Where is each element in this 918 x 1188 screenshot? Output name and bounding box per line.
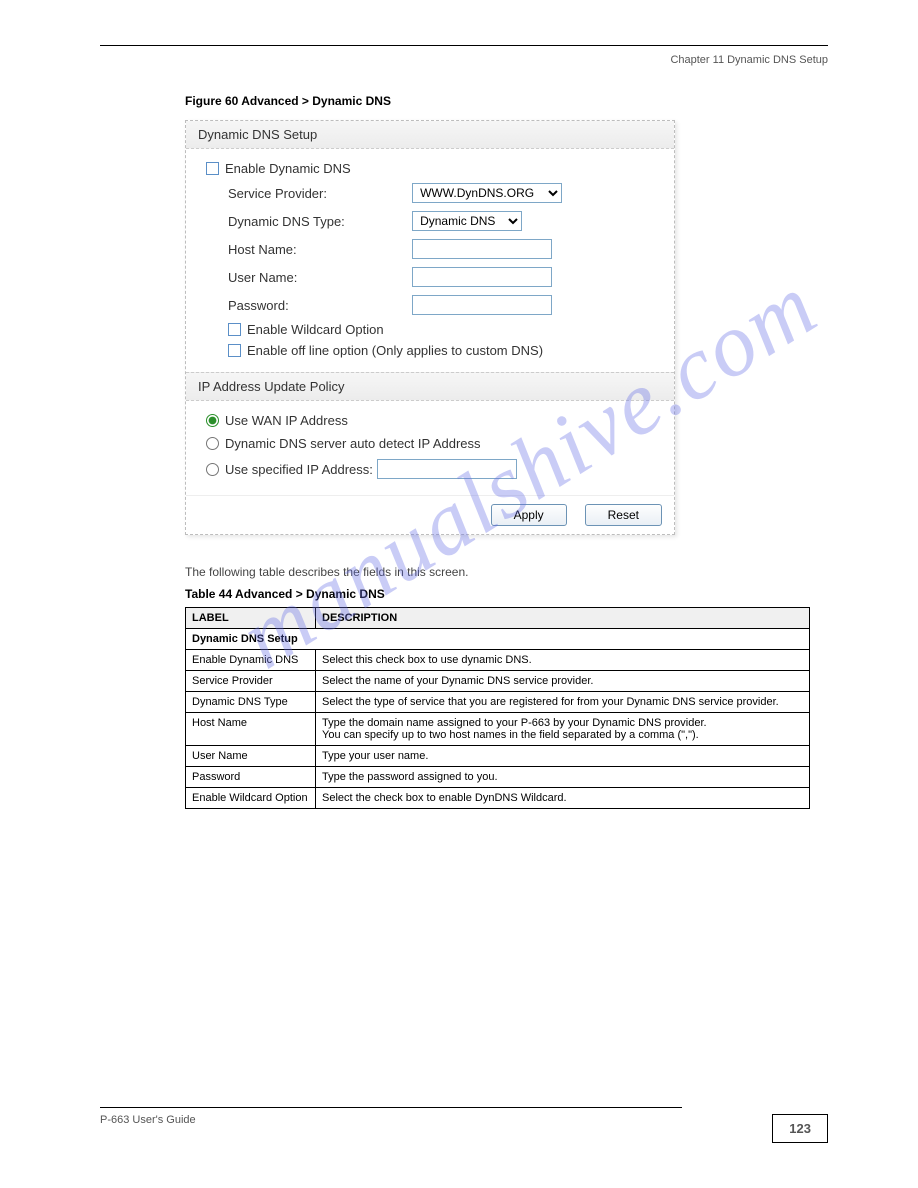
use-wan-ip-label: Use WAN IP Address: [225, 413, 348, 428]
table-row: Enable Dynamic DNSSelect this check box …: [186, 650, 810, 671]
dynamic-dns-panel: Dynamic DNS Setup Enable Dynamic DNS Ser…: [185, 120, 675, 535]
password-input[interactable]: [412, 295, 552, 315]
chapter-header: Chapter 11 Dynamic DNS Setup: [100, 54, 828, 66]
specified-ip-radio[interactable]: [206, 463, 219, 476]
table-caption: Table 44 Advanced > Dynamic DNS: [185, 587, 828, 601]
user-name-label: User Name:: [206, 270, 412, 285]
intro-text: The following table describes the fields…: [185, 565, 828, 579]
table-row: Dynamic DNS TypeSelect the type of servi…: [186, 692, 810, 713]
enable-ddns-checkbox[interactable]: [206, 162, 219, 175]
wildcard-checkbox[interactable]: [228, 323, 241, 336]
table-section-heading: Dynamic DNS Setup: [186, 629, 810, 650]
host-name-input[interactable]: [412, 239, 552, 259]
foot-rule: [100, 1107, 682, 1108]
th-label: LABEL: [186, 608, 316, 629]
table-row: Service ProviderSelect the name of your …: [186, 671, 810, 692]
table-row: Host NameType the domain name assigned t…: [186, 713, 810, 746]
table-cell-desc: Select the type of service that you are …: [316, 692, 810, 713]
panel-title-ip-policy: IP Address Update Policy: [186, 372, 674, 401]
top-rule: [100, 45, 828, 46]
wildcard-label: Enable Wildcard Option: [247, 322, 384, 337]
table-cell-label: Service Provider: [186, 671, 316, 692]
table-cell-desc: Type your user name.: [316, 746, 810, 767]
auto-detect-radio[interactable]: [206, 437, 219, 450]
table-cell-desc: Select the name of your Dynamic DNS serv…: [316, 671, 810, 692]
service-provider-select[interactable]: WWW.DynDNS.ORG: [412, 183, 562, 203]
th-desc: DESCRIPTION: [316, 608, 810, 629]
dns-type-select[interactable]: Dynamic DNS: [412, 211, 522, 231]
footer-guide-name: P-663 User's Guide: [100, 1114, 196, 1143]
auto-detect-label: Dynamic DNS server auto detect IP Addres…: [225, 436, 481, 451]
table-cell-desc: Select this check box to use dynamic DNS…: [316, 650, 810, 671]
user-name-input[interactable]: [412, 267, 552, 287]
table-cell-label: Host Name: [186, 713, 316, 746]
offline-label: Enable off line option (Only applies to …: [247, 343, 543, 358]
figure-caption: Figure 60 Advanced > Dynamic DNS: [185, 94, 828, 108]
table-row: PasswordType the password assigned to yo…: [186, 767, 810, 788]
panel-title-ddns: Dynamic DNS Setup: [186, 121, 674, 149]
table-cell-label: Enable Dynamic DNS: [186, 650, 316, 671]
table-cell-label: User Name: [186, 746, 316, 767]
table-row: Dynamic DNS Setup: [186, 629, 810, 650]
use-wan-ip-radio[interactable]: [206, 414, 219, 427]
table-cell-label: Enable Wildcard Option: [186, 788, 316, 809]
enable-ddns-label: Enable Dynamic DNS: [225, 161, 351, 176]
host-name-label: Host Name:: [206, 242, 412, 257]
table-row: User NameType your user name.: [186, 746, 810, 767]
service-provider-label: Service Provider:: [206, 186, 412, 201]
table-cell-desc: Select the check box to enable DynDNS Wi…: [316, 788, 810, 809]
dns-type-label: Dynamic DNS Type:: [206, 214, 412, 229]
apply-button[interactable]: Apply: [491, 504, 567, 526]
table-cell-label: Dynamic DNS Type: [186, 692, 316, 713]
specified-ip-input[interactable]: [377, 459, 517, 479]
password-label: Password:: [206, 298, 412, 313]
table-row: Enable Wildcard OptionSelect the check b…: [186, 788, 810, 809]
table-cell-desc: Type the password assigned to you.: [316, 767, 810, 788]
page-number: 123: [772, 1114, 828, 1143]
reset-button[interactable]: Reset: [585, 504, 662, 526]
table-cell-label: Password: [186, 767, 316, 788]
specified-ip-label: Use specified IP Address:: [225, 462, 373, 477]
table-cell-desc: Type the domain name assigned to your P-…: [316, 713, 810, 746]
offline-checkbox[interactable]: [228, 344, 241, 357]
description-table: LABEL DESCRIPTION Dynamic DNS SetupEnabl…: [185, 607, 810, 809]
